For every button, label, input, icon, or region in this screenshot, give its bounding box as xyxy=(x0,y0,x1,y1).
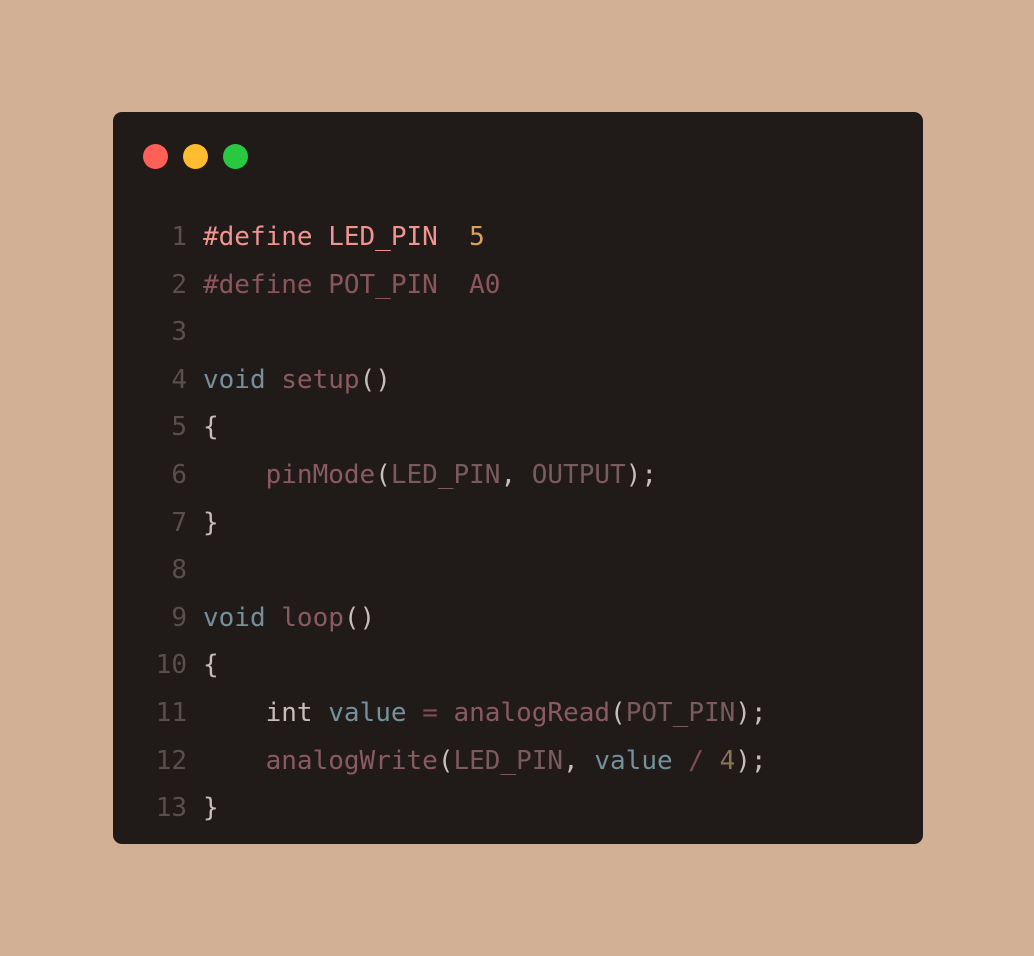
line-number: 5 xyxy=(171,412,187,443)
code-token: 4 xyxy=(719,745,736,776)
code-line: 13} xyxy=(113,785,923,833)
line-number: 8 xyxy=(171,555,187,586)
code-text: int value = analogRead(POT_PIN); xyxy=(203,690,767,738)
code-token: OUTPUT xyxy=(531,459,626,490)
line-number: 3 xyxy=(171,317,187,348)
code-text: void setup() xyxy=(203,357,391,405)
line-number: 7 xyxy=(171,507,187,538)
code-text: } xyxy=(203,500,219,548)
code-token: } xyxy=(203,507,219,538)
code-token: ( xyxy=(375,459,391,490)
code-token: analogWrite xyxy=(265,745,438,776)
code-token: { xyxy=(203,650,219,681)
line-number: 13 xyxy=(155,793,187,824)
code-editor[interactable]: 1 #define LED_PIN 5 2 #define POT_PIN A0 3 4 v… xyxy=(113,214,923,833)
code-line: 12 analogWrite(LED_PIN, value / 4); xyxy=(113,738,923,786)
code-token: = xyxy=(422,697,438,728)
code-token: int xyxy=(265,697,313,728)
close-dot[interactable] xyxy=(143,144,168,169)
minimize-dot[interactable] xyxy=(183,144,208,169)
line-number: 1 xyxy=(171,222,187,252)
code-token: loop xyxy=(281,602,344,633)
code-token: () xyxy=(359,364,391,395)
code-token: / xyxy=(688,745,704,776)
code-token: void xyxy=(203,602,266,633)
code-line: 7} xyxy=(113,500,923,548)
code-token: , xyxy=(500,459,532,490)
code-token: value xyxy=(594,745,673,776)
code-line: 11 int value = analogRead(POT_PIN); xyxy=(113,690,923,738)
code-token: } xyxy=(203,793,219,824)
code-token: value xyxy=(328,697,407,728)
code-line: 1 #define LED_PIN 5 xyxy=(113,214,923,262)
code-token: ( xyxy=(610,697,626,728)
line-number: 10 xyxy=(155,650,187,681)
code-line: 8 xyxy=(113,547,923,595)
code-token: () xyxy=(343,602,376,633)
code-text: pinMode(LED_PIN, OUTPUT); xyxy=(203,452,657,500)
code-text: void loop() xyxy=(203,595,375,643)
code-text: } xyxy=(203,785,219,833)
code-token: setup xyxy=(281,364,360,395)
code-token: #define LED_PIN xyxy=(203,222,470,252)
line-number: 6 xyxy=(171,459,187,490)
code-line: 10 { xyxy=(113,642,923,690)
code-token: 5 xyxy=(469,222,485,252)
line-number: 12 xyxy=(155,745,187,776)
code-text: #define POT_PIN A0 xyxy=(203,262,500,310)
code-text: { xyxy=(203,404,219,452)
code-line: 2 #define POT_PIN A0 xyxy=(113,262,923,310)
code-token: ( xyxy=(437,745,454,776)
code-text: analogWrite(LED_PIN, value / 4); xyxy=(203,738,767,786)
code-token: { xyxy=(203,412,219,443)
code-token: ); xyxy=(625,459,657,490)
code-line: 5{ xyxy=(113,404,923,452)
code-text: { xyxy=(203,642,219,690)
line-number: 11 xyxy=(155,697,187,728)
code-token: LED_PIN xyxy=(390,459,501,490)
line-number: 2 xyxy=(171,269,187,300)
maximize-dot[interactable] xyxy=(223,144,248,169)
code-token: LED_PIN xyxy=(453,745,564,776)
code-line: 4 void setup() xyxy=(113,357,923,405)
code-token: analogRead xyxy=(453,697,611,728)
code-token: pinMode xyxy=(265,459,376,490)
code-line: 3 xyxy=(113,309,923,357)
line-number: 4 xyxy=(171,364,187,395)
code-token: void xyxy=(203,364,266,395)
code-token: #define POT_PIN A0 xyxy=(203,269,501,300)
code-token: ); xyxy=(735,745,767,776)
line-number: 9 xyxy=(171,602,187,633)
code-token: , xyxy=(563,745,595,776)
code-token: ); xyxy=(735,697,767,728)
code-line: 6 pinMode(LED_PIN, OUTPUT); xyxy=(113,452,923,500)
code-window: 1 #define LED_PIN 5 2 #define POT_PIN A0 3 4 v… xyxy=(113,112,923,844)
code-line: 9 void loop() xyxy=(113,595,923,643)
code-text: #define LED_PIN 5 xyxy=(203,214,485,262)
window-controls xyxy=(143,144,248,169)
code-token: POT_PIN xyxy=(625,697,736,728)
